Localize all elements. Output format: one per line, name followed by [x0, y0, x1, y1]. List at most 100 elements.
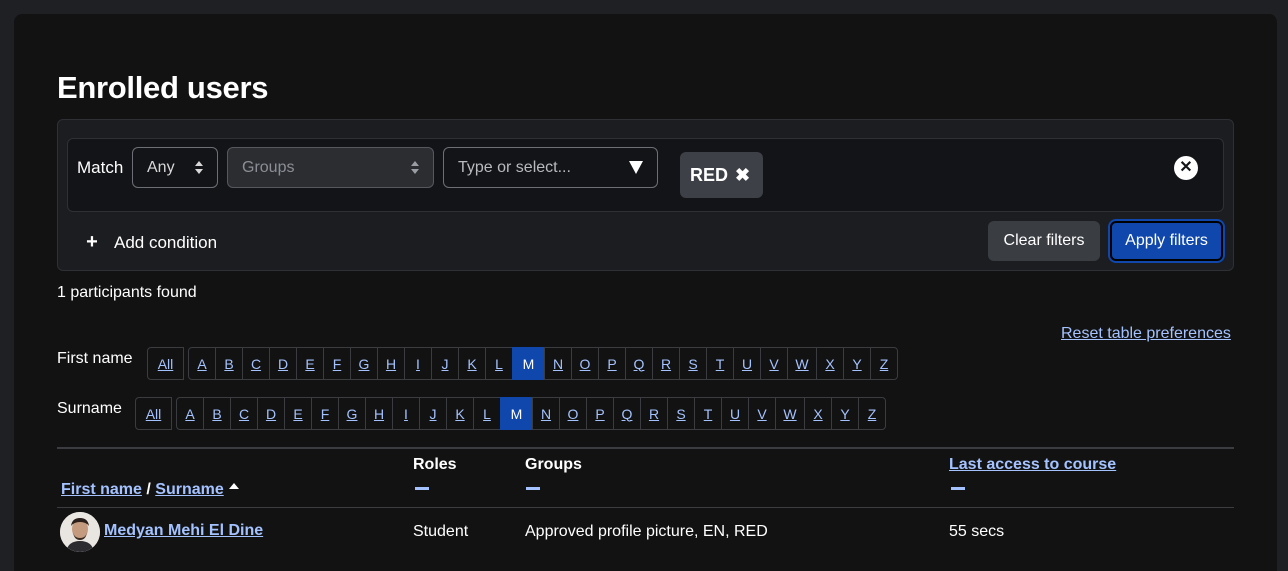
firstname-initial-o[interactable]: O	[571, 347, 599, 380]
surname-initial-o[interactable]: O	[559, 397, 587, 430]
firstname-initial-d[interactable]: D	[269, 347, 297, 380]
firstname-initial-v[interactable]: V	[760, 347, 788, 380]
col-header-name: First name / Surname	[61, 481, 224, 499]
surname-initial-m[interactable]: M	[500, 397, 533, 430]
filter-value-placeholder: Type or select...	[458, 159, 571, 176]
col-header-groups: Groups	[525, 456, 582, 473]
firstname-initial-w[interactable]: W	[787, 347, 817, 380]
filter-value-autocomplete[interactable]: Type or select...	[443, 147, 658, 188]
remove-condition-icon[interactable]: ✕	[1174, 156, 1198, 180]
filter-type-value: Groups	[242, 159, 295, 176]
table-top-border	[57, 447, 1234, 449]
filter-type-select[interactable]: Groups	[227, 147, 434, 188]
surname-initial-u[interactable]: U	[721, 397, 749, 430]
surname-initials-bar: All ABCDEFGHIJKLMNOPQRSTUVWXYZ	[135, 397, 886, 430]
user-role[interactable]: Student	[413, 523, 468, 541]
selected-tag-label: RED	[690, 165, 729, 185]
plus-icon: +	[86, 231, 98, 253]
col-header-separator: /	[141, 481, 156, 498]
surname-initial-label: Surname	[57, 400, 122, 417]
firstname-initials-bar: All ABCDEFGHIJKLMNOPQRSTUVWXYZ	[147, 347, 898, 380]
firstname-initial-j[interactable]: J	[431, 347, 459, 380]
firstname-initial-e[interactable]: E	[296, 347, 324, 380]
firstname-initial-x[interactable]: X	[816, 347, 844, 380]
surname-initial-i[interactable]: I	[392, 397, 420, 430]
firstname-initial-s[interactable]: S	[679, 347, 707, 380]
firstname-initial-c[interactable]: C	[242, 347, 270, 380]
surname-initial-b[interactable]: B	[203, 397, 231, 430]
surname-initial-c[interactable]: C	[230, 397, 258, 430]
user-last-access: 55 secs	[949, 523, 1005, 540]
firstname-initial-p[interactable]: P	[598, 347, 626, 380]
match-select-value: Any	[147, 159, 175, 176]
sort-firstname-link[interactable]: First name	[61, 481, 142, 498]
participants-count: 1 participants found	[57, 284, 197, 301]
surname-initial-h[interactable]: H	[365, 397, 393, 430]
surname-initial-k[interactable]: K	[446, 397, 474, 430]
firstname-initial-a[interactable]: A	[188, 347, 216, 380]
add-condition-label: Add condition	[114, 233, 218, 252]
firstname-initial-r[interactable]: R	[652, 347, 680, 380]
surname-initial-z[interactable]: Z	[858, 397, 886, 430]
updown-caret-icon	[411, 161, 419, 175]
firstname-initial-h[interactable]: H	[377, 347, 405, 380]
firstname-initial-q[interactable]: Q	[625, 347, 653, 380]
firstname-initial-z[interactable]: Z	[870, 347, 898, 380]
col-header-lastaccess: Last access to course	[949, 456, 1116, 474]
match-label: Match	[77, 158, 124, 177]
updown-caret-icon	[195, 161, 203, 175]
surname-initial-j[interactable]: J	[419, 397, 447, 430]
sort-lastaccess-link[interactable]: Last access to course	[949, 456, 1116, 473]
surname-initial-a[interactable]: A	[176, 397, 204, 430]
firstname-initial-u[interactable]: U	[733, 347, 761, 380]
match-select[interactable]: Any	[132, 147, 218, 188]
firstname-initial-m[interactable]: M	[512, 347, 545, 380]
sort-surname-link[interactable]: Surname	[155, 481, 223, 498]
surname-initial-g[interactable]: G	[338, 397, 366, 430]
surname-initial-v[interactable]: V	[748, 397, 776, 430]
surname-initial-q[interactable]: Q	[613, 397, 641, 430]
firstname-initial-b[interactable]: B	[215, 347, 243, 380]
dropdown-arrow-icon[interactable]	[629, 161, 643, 174]
surname-initial-y[interactable]: Y	[831, 397, 859, 430]
surname-initial-l[interactable]: L	[473, 397, 501, 430]
firstname-initial-f[interactable]: F	[323, 347, 351, 380]
user-name-link[interactable]: Medyan Mehi El Dine	[104, 522, 263, 540]
page-title: Enrolled users	[57, 70, 269, 105]
firstname-initial-y[interactable]: Y	[843, 347, 871, 380]
collapse-lastaccess-icon[interactable]	[951, 487, 965, 490]
col-header-roles: Roles	[413, 456, 457, 473]
firstname-initial-g[interactable]: G	[350, 347, 378, 380]
surname-initial-p[interactable]: P	[586, 397, 614, 430]
avatar[interactable]	[60, 512, 100, 552]
surname-initial-t[interactable]: T	[694, 397, 722, 430]
user-avatar-icon	[60, 512, 100, 552]
surname-initial-x[interactable]: X	[804, 397, 832, 430]
clear-filters-button[interactable]: Clear filters	[988, 221, 1100, 261]
collapse-roles-icon[interactable]	[415, 487, 429, 490]
table-header-border	[57, 507, 1234, 508]
firstname-initial-n[interactable]: N	[544, 347, 572, 380]
collapse-groups-icon[interactable]	[526, 487, 540, 490]
add-condition-button[interactable]: + Add condition	[83, 231, 217, 254]
surname-initial-e[interactable]: E	[284, 397, 312, 430]
surname-initial-w[interactable]: W	[775, 397, 805, 430]
sort-asc-icon	[229, 483, 239, 489]
firstname-initial-t[interactable]: T	[706, 347, 734, 380]
surname-initial-n[interactable]: N	[532, 397, 560, 430]
tag-remove-icon[interactable]: ✖	[735, 152, 750, 198]
apply-filters-button[interactable]: Apply filters	[1110, 221, 1223, 261]
firstname-initial-i[interactable]: I	[404, 347, 432, 380]
reset-table-preferences-link[interactable]: Reset table preferences	[1061, 325, 1231, 343]
selected-tag-red[interactable]: RED ✖	[680, 152, 763, 198]
surname-initial-f[interactable]: F	[311, 397, 339, 430]
firstname-initial-l[interactable]: L	[485, 347, 513, 380]
firstname-initial-all[interactable]: All	[147, 347, 184, 380]
firstname-initial-k[interactable]: K	[458, 347, 486, 380]
surname-initial-r[interactable]: R	[640, 397, 668, 430]
surname-initial-s[interactable]: S	[667, 397, 695, 430]
surname-initial-d[interactable]: D	[257, 397, 285, 430]
user-groups[interactable]: Approved profile picture, EN, RED	[525, 523, 768, 541]
firstname-initial-label: First name	[57, 350, 133, 367]
surname-initial-all[interactable]: All	[135, 397, 172, 430]
